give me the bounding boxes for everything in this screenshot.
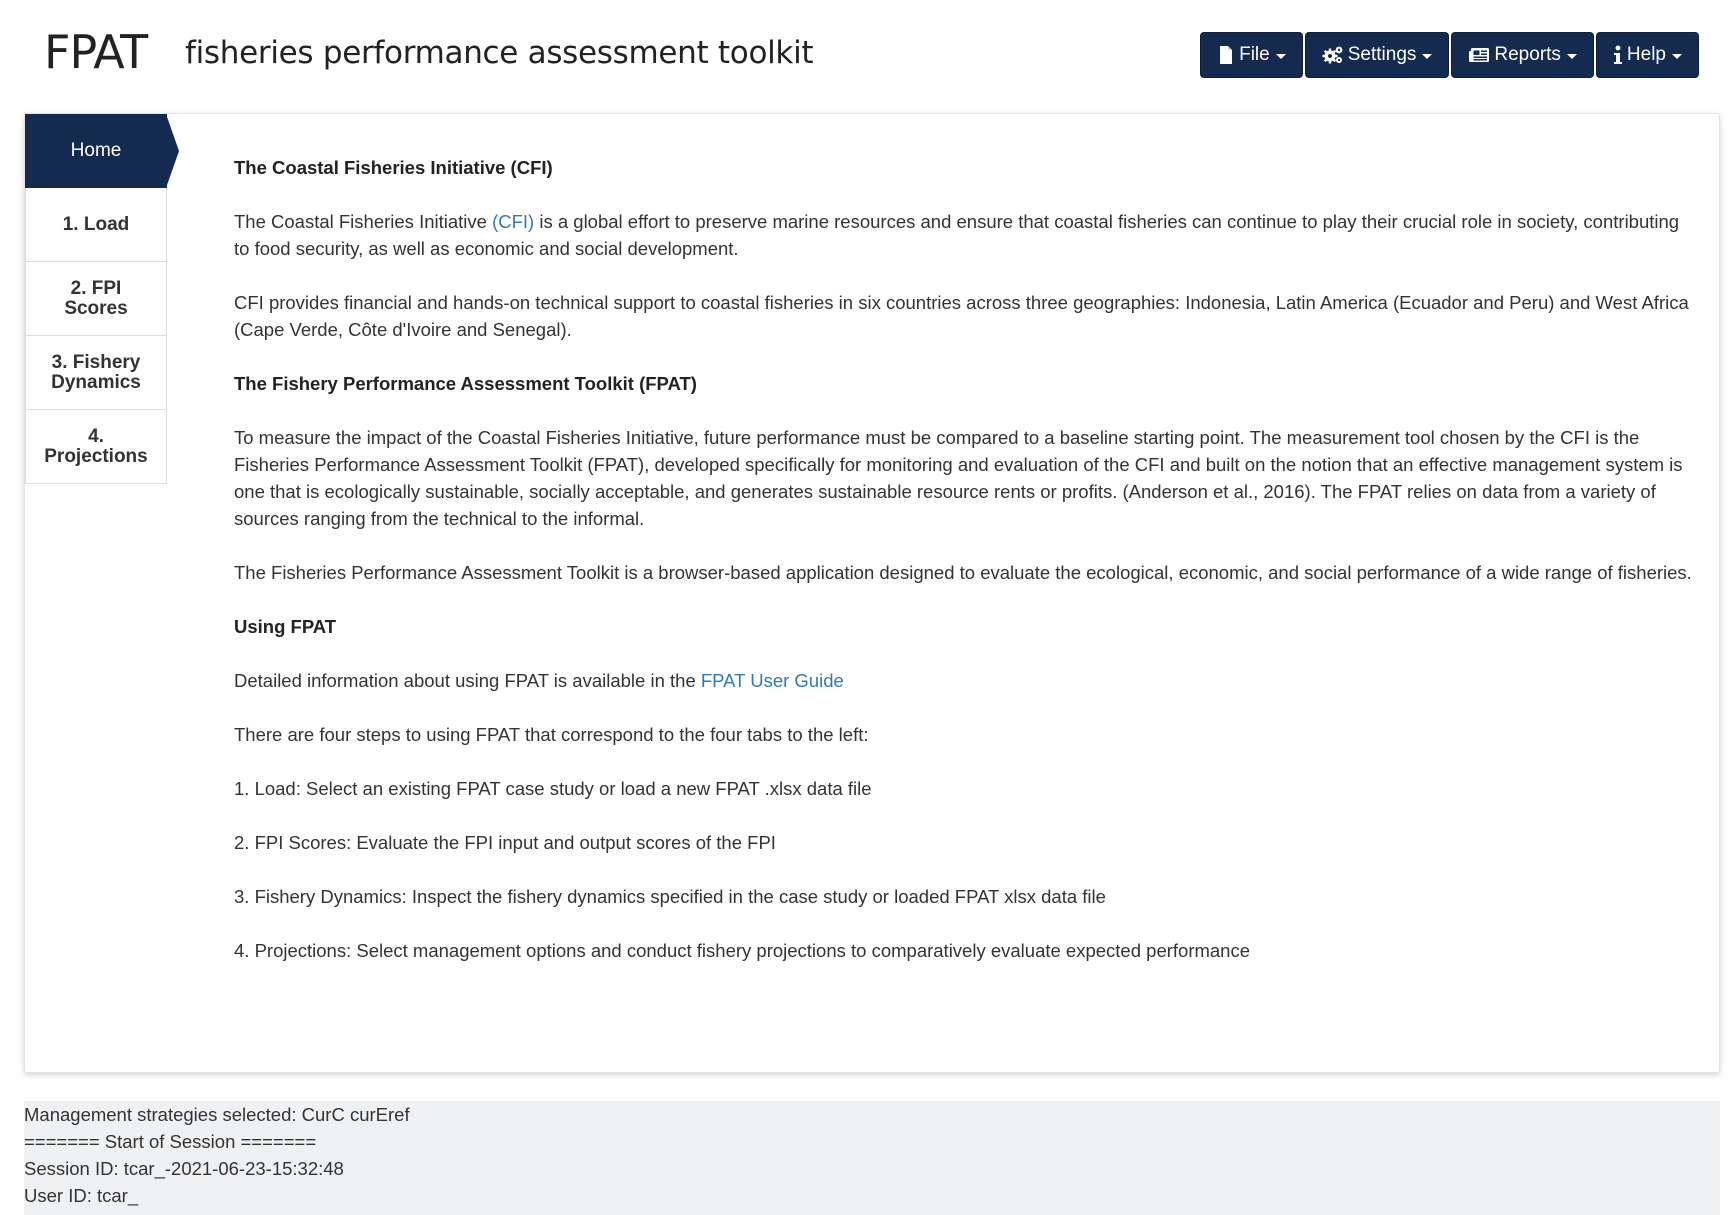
step-load: 1. Load: Select an existing FPAT case st… [234,778,872,799]
log-line-user-id: User ID: tcar_ [24,1185,139,1206]
user-guide-paragraph: Detailed information about using FPAT is… [234,667,1694,694]
fpat-measure-paragraph: To measure the impact of the Coastal Fis… [234,427,1683,529]
side-tab-list: Home 1. Load 2. FPI Scores 3. Fishery Dy… [25,114,179,484]
tab-load[interactable]: 1. Load [25,188,167,262]
log-line-session-start: ======= Start of Session ======= [24,1131,317,1152]
top-menu-bar: File Settings Reports Help [1200,32,1699,78]
tab-load-label: 1. Load [62,213,130,235]
user-guide-text: Detailed information about using FPAT is… [234,670,701,691]
tab-fpi-scores[interactable]: 2. FPI Scores [25,262,167,336]
user-guide-link[interactable]: FPAT User Guide [701,670,844,691]
app-logo: FPAT [44,25,148,79]
tab-projections-line2: Projections [44,445,148,467]
cfi-support-paragraph: CFI provides financial and hands-on tech… [234,292,1689,340]
fpat-heading: The Fishery Performance Assessment Toolk… [234,373,697,394]
cfi-link[interactable]: (CFI) [492,211,534,232]
info-icon [1613,45,1622,64]
help-menu-label: Help [1626,44,1666,65]
step-fishery-dynamics: 3. Fishery Dynamics: Inspect the fishery… [234,886,1106,907]
settings-menu-label: Settings [1347,44,1417,65]
tab-projections-line1: 4. [88,425,104,447]
reports-menu-button[interactable]: Reports [1451,32,1594,78]
newspaper-icon [1469,48,1490,62]
tab-fpi-scores-label: 2. FPI Scores [64,277,128,319]
main-panel: Home 1. Load 2. FPI Scores 3. Fishery Dy… [24,113,1720,1073]
chevron-down-icon [1672,54,1682,59]
cfi-text-start: The Coastal Fisheries Initiative [234,211,493,232]
step-fpi-scores: 2. FPI Scores: Evaluate the FPI input an… [234,832,776,853]
tab-projections-label: 4. Projections [44,425,148,467]
tab-fishery-dynamics-label: 3. Fishery Dynamics [51,351,141,393]
steps-intro: There are four steps to using FPAT that … [234,724,869,745]
cfi-paragraph: The Coastal Fisheries Initiative (CFI) i… [234,208,1694,262]
app-subtitle: fisheries performance assessment toolkit [185,35,814,71]
tab-projections[interactable]: 4. Projections [25,410,167,484]
file-menu-label: File [1239,44,1270,65]
tab-fpi-scores-line2: Scores [64,297,128,319]
help-menu-button[interactable]: Help [1595,32,1699,78]
chevron-down-icon [1422,54,1433,59]
tab-home-label: Home [70,139,122,161]
tab-home[interactable]: Home [25,114,179,188]
tab-fishery-dynamics[interactable]: 3. Fishery Dynamics [25,336,167,410]
app-header: FPAT fisheries performance assessment to… [0,0,1729,105]
gears-icon [1322,46,1343,64]
tab-fpi-scores-line1: 2. FPI [70,277,122,299]
log-line-session-id: Session ID: tcar_-2021-06-23-15:32:48 [24,1158,344,1179]
tab-fishery-dynamics-line1: 3. Fishery [51,351,141,373]
file-icon [1220,46,1233,64]
settings-menu-button[interactable]: Settings [1304,32,1450,78]
chevron-down-icon [1566,54,1577,59]
cfi-heading: The Coastal Fisheries Initiative (CFI) [234,157,553,178]
log-line-strategies: Management strategies selected: CurC cur… [24,1104,410,1125]
reports-menu-label: Reports [1494,44,1561,65]
chevron-down-icon [1275,54,1286,59]
home-content: The Coastal Fisheries Initiative (CFI) T… [234,154,1694,991]
fpat-description-paragraph: The Fisheries Performance Assessment Too… [234,562,1692,583]
session-log: Management strategies selected: CurC cur… [24,1101,1720,1215]
tab-fishery-dynamics-line2: Dynamics [51,371,141,393]
step-projections: 4. Projections: Select management option… [234,940,1251,961]
file-menu-button[interactable]: File [1200,32,1303,78]
using-fpat-heading: Using FPAT [234,616,337,637]
